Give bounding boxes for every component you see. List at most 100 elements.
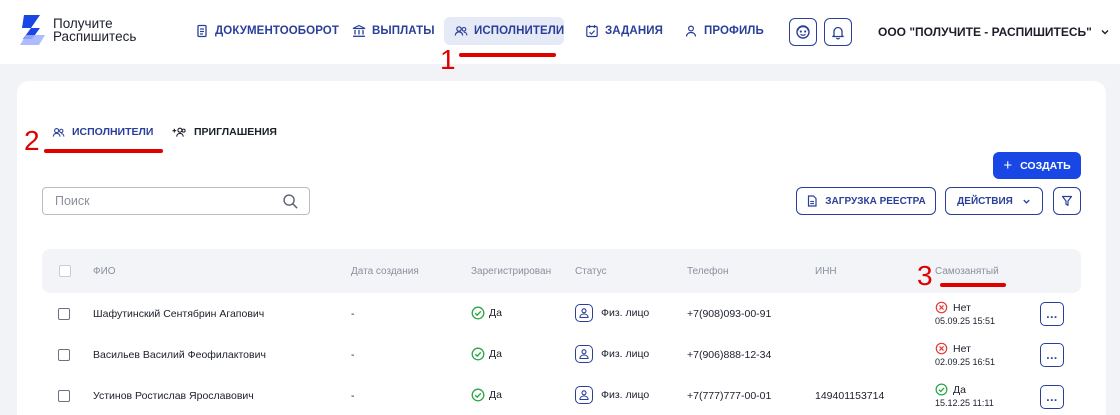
users-icon [52, 126, 65, 139]
bell-icon [832, 26, 844, 40]
cell-self-employed: Нет 02.09.25 16:51 [935, 342, 996, 368]
actions-label: ДЕЙСТВИЯ [957, 195, 1013, 207]
status-value: Физ. лицо [601, 307, 650, 319]
nav-executors[interactable]: ИСПОЛНИТЕЛИ [444, 17, 564, 45]
chevron-down-icon [1023, 199, 1030, 204]
notifications-button[interactable] [824, 18, 852, 46]
select-all-checkbox[interactable] [59, 265, 71, 277]
logo[interactable]: Получите Распишитесь [18, 14, 158, 50]
filter-icon [1061, 195, 1073, 206]
cell-fio[interactable]: Васильев Василий Феофилактович [93, 349, 266, 361]
person-icon [575, 304, 593, 322]
nav-tasks-label: ЗАДАНИЯ [605, 25, 663, 37]
actions-dropdown[interactable]: ДЕЙСТВИЯ [945, 187, 1043, 215]
annotation-underline-2 [44, 149, 163, 153]
nav-profile[interactable]: ПРОФИЛЬ [674, 17, 774, 45]
cell-created: - [351, 349, 355, 361]
document-icon [195, 24, 209, 38]
user-icon [684, 24, 698, 38]
self-employed-date: 02.09.25 16:51 [935, 357, 996, 367]
column-header-fio[interactable]: ФИО [93, 266, 116, 277]
cell-registered: Да [471, 388, 502, 402]
nav-profile-label: ПРОФИЛЬ [704, 25, 764, 37]
cell-status: Физ. лицо [575, 386, 649, 404]
row-checkbox[interactable] [58, 390, 70, 402]
row-more-button[interactable]: ... [1040, 385, 1064, 409]
filter-button[interactable] [1053, 187, 1081, 215]
cell-phone: +7(777)777-00-01 [687, 390, 772, 402]
registered-value: Да [489, 307, 502, 319]
upload-registry-button[interactable]: ЗАГРУЗКА РЕЕСТРА [796, 187, 936, 215]
row-more-button[interactable]: ... [1040, 302, 1064, 326]
search-icon[interactable] [282, 193, 299, 210]
check-circle-icon [471, 347, 485, 361]
check-circle-icon [935, 383, 948, 396]
cell-inn: 149401153714 [815, 390, 885, 402]
bank-icon [352, 24, 366, 38]
column-header-created[interactable]: Дата создания [351, 266, 419, 277]
column-header-self-employed[interactable]: Самозанятый [935, 266, 999, 277]
search-box [42, 187, 310, 215]
annotation-underline-1 [459, 53, 556, 57]
cell-created: - [351, 390, 355, 402]
nav-executors-label: ИСПОЛНИТЕЛИ [474, 25, 565, 37]
column-header-phone[interactable]: Телефон [687, 266, 728, 277]
column-header-registered[interactable]: Зарегистрирован [471, 266, 551, 277]
cell-status: Физ. лицо [575, 304, 649, 322]
tab-invitations-label: ПРИГЛАШЕНИЯ [194, 126, 277, 138]
top-header: Получите Распишитесь ДОКУМЕНТООБОРОТ ВЫП… [0, 0, 1120, 64]
cell-registered: Да [471, 306, 502, 320]
nav-documents[interactable]: ДОКУМЕНТООБОРОТ [185, 17, 349, 45]
upload-registry-label: ЗАГРУЗКА РЕЕСТРА [825, 195, 926, 207]
nav-payments-label: ВЫПЛАТЫ [372, 25, 435, 37]
column-header-inn[interactable]: ИНН [815, 266, 837, 277]
person-icon [575, 345, 593, 363]
check-circle-icon [471, 306, 485, 320]
plus-icon: + [1003, 156, 1013, 174]
nav-payments[interactable]: ВЫПЛАТЫ [342, 17, 445, 45]
cell-phone: +7(908)093-00-91 [687, 308, 772, 320]
check-circle-icon [471, 388, 485, 402]
close-circle-icon [935, 301, 948, 314]
calendar-check-icon [585, 24, 599, 38]
user-add-icon [171, 126, 187, 139]
nav-tasks[interactable]: ЗАДАНИЯ [575, 17, 673, 45]
registered-value: Да [489, 389, 502, 401]
users-icon [454, 24, 468, 38]
create-button[interactable]: + СОЗДАТЬ [993, 152, 1081, 179]
support-button[interactable] [789, 18, 817, 46]
cell-fio[interactable]: Устинов Ростислав Ярославович [93, 390, 254, 402]
tab-executors-label: ИСПОЛНИТЕЛИ [72, 126, 154, 138]
chevron-down-icon [1101, 30, 1109, 35]
self-employed-date: 15.12.25 11:11 [935, 398, 994, 408]
cell-status: Физ. лицо [575, 345, 649, 363]
organization-name: ООО "ПОЛУЧИТЕ - РАСПИШИТЕСЬ" [878, 25, 1092, 39]
annotation-number-1: 1 [440, 44, 456, 75]
annotation-underline-3 [940, 283, 1006, 287]
cell-fio[interactable]: Шафутинский Сентябрин Агапович [93, 308, 264, 320]
create-button-label: СОЗДАТЬ [1020, 159, 1071, 172]
row-checkbox[interactable] [58, 349, 70, 361]
cell-self-employed: Да 15.12.25 11:11 [935, 383, 994, 409]
annotation-number-2: 2 [24, 125, 40, 156]
status-value: Физ. лицо [601, 389, 650, 401]
nav-documents-label: ДОКУМЕНТООБОРОТ [215, 25, 339, 37]
logo-text: Получите Распишитесь [53, 16, 137, 44]
self-employed-date: 05.09.25 15:51 [935, 316, 996, 326]
self-employed-value: Нет [953, 342, 971, 355]
tab-invitations[interactable]: ПРИГЛАШЕНИЯ [171, 125, 277, 139]
document-upload-icon [806, 195, 818, 207]
organization-selector[interactable]: ООО "ПОЛУЧИТЕ - РАСПИШИТЕСЬ" [878, 25, 1110, 39]
registered-value: Да [489, 348, 502, 360]
search-input[interactable] [43, 188, 263, 214]
self-employed-value: Да [953, 383, 966, 396]
close-circle-icon [935, 342, 948, 355]
support-icon [796, 25, 810, 39]
column-header-status[interactable]: Статус [575, 266, 607, 277]
row-more-button[interactable]: ... [1040, 343, 1064, 367]
row-checkbox[interactable] [58, 308, 70, 320]
annotation-number-3: 3 [917, 260, 933, 291]
cell-phone: +7(906)888-12-34 [687, 349, 772, 361]
tab-executors[interactable]: ИСПОЛНИТЕЛИ [52, 125, 153, 139]
person-icon [575, 386, 593, 404]
